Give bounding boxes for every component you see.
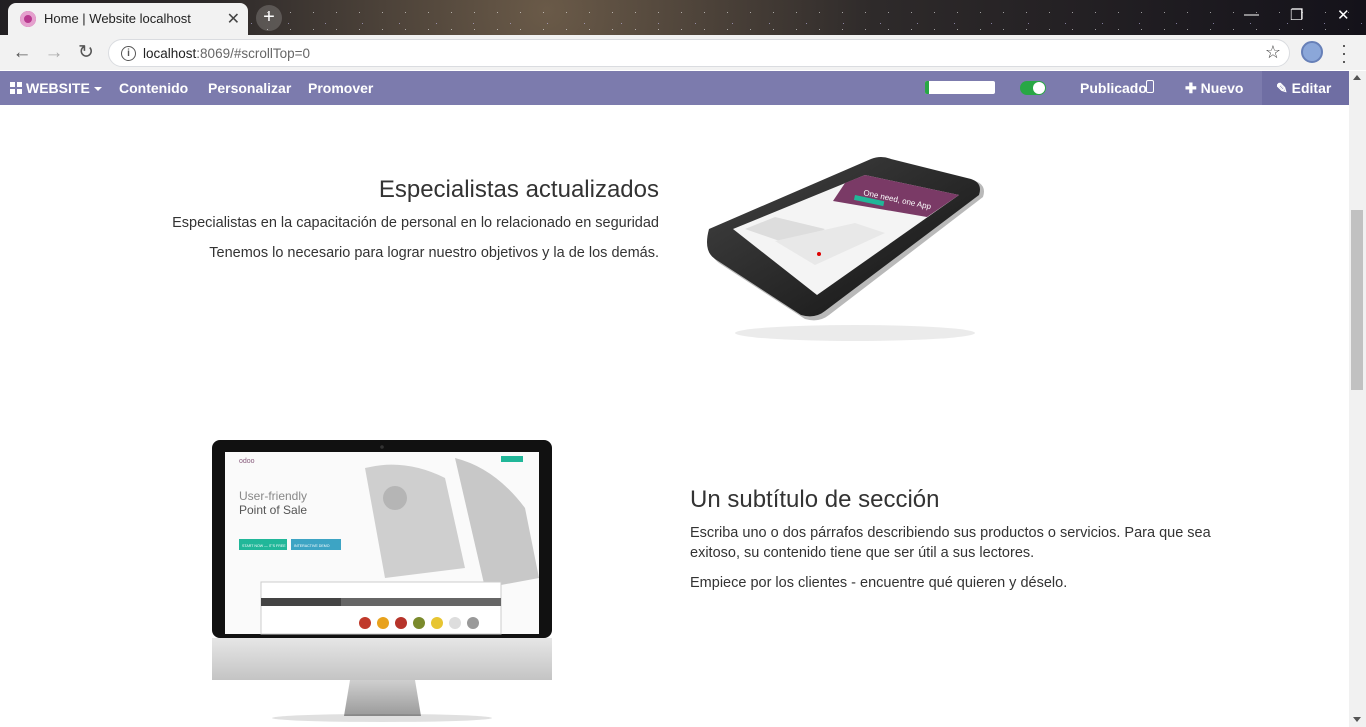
- forward-icon[interactable]: →: [41, 40, 67, 66]
- browser-menu-icon[interactable]: · · ·: [1338, 36, 1350, 70]
- tab-close-icon[interactable]: ✕: [227, 9, 240, 29]
- section1-paragraph1: Especialistas en la capacitación de pers…: [172, 215, 659, 231]
- seo-progress-fill: [925, 81, 929, 94]
- section1-title: Especialistas actualizados: [378, 176, 659, 203]
- section2-paragraph1: Escriba uno o dos párrafos describiendo …: [690, 525, 1211, 561]
- website-menu[interactable]: WEBSITE: [10, 80, 102, 96]
- reload-icon[interactable]: ↻: [73, 40, 99, 66]
- tab-title: Home | Website localhost: [44, 11, 191, 26]
- minimize-icon[interactable]: —: [1244, 6, 1259, 23]
- menu-content[interactable]: Contenido: [119, 80, 188, 96]
- new-tab-button[interactable]: +: [256, 5, 282, 31]
- imac-cta-primary: START NOW — IT'S FREE: [242, 544, 286, 548]
- scroll-down-arrow-icon[interactable]: [1353, 717, 1361, 722]
- apps-grid-icon: [10, 82, 22, 94]
- scroll-thumb[interactable]: [1351, 210, 1363, 390]
- plus-icon: ✚: [1185, 80, 1201, 96]
- scroll-up-arrow-icon[interactable]: [1353, 75, 1361, 80]
- new-button[interactable]: ✚ Nuevo: [1185, 80, 1243, 97]
- website-editor-bar: WEBSITE Contenido Personalizar Promover …: [0, 71, 1366, 105]
- published-label[interactable]: Publicado: [1080, 80, 1147, 96]
- page-scrollbar[interactable]: [1349, 71, 1366, 727]
- imac-image: odoo User-friendly Point of Sale START N…: [212, 440, 552, 722]
- imac-headline-2: Point of Sale: [239, 503, 307, 517]
- browser-tab[interactable]: Home | Website localhost ✕: [8, 3, 248, 35]
- url-text[interactable]: localhost:8069/#scrollTop=0: [143, 46, 310, 61]
- published-toggle[interactable]: [1020, 81, 1046, 95]
- tablet-image: One need, one App: [707, 157, 984, 341]
- browser-toolbar: ← → ↻ i localhost:8069/#scrollTop=0 ☆: [0, 35, 1366, 70]
- caret-down-icon: [93, 87, 102, 91]
- imac-brand: odoo: [239, 458, 255, 465]
- menu-promote[interactable]: Promover: [308, 80, 373, 96]
- mobile-preview-icon[interactable]: [1146, 80, 1154, 93]
- section2-paragraph2: Empiece por los clientes - encuentre qué…: [690, 575, 1068, 591]
- section2-title: Un subtítulo de sección: [690, 486, 940, 513]
- info-icon[interactable]: i: [121, 46, 136, 61]
- close-window-icon[interactable]: ✕: [1337, 6, 1350, 24]
- bookmark-star-icon[interactable]: ☆: [1265, 42, 1281, 63]
- menu-customize[interactable]: Personalizar: [208, 80, 291, 96]
- odoo-favicon-icon: [20, 11, 36, 27]
- imac-headline-1: User-friendly: [239, 489, 307, 503]
- page-content: Especialistas actualizados Especialistas…: [0, 105, 1349, 727]
- pencil-icon: ✎: [1276, 80, 1292, 96]
- restore-icon[interactable]: ❐: [1290, 6, 1303, 24]
- profile-avatar-icon[interactable]: [1301, 41, 1323, 63]
- seo-progress-bar[interactable]: [925, 81, 995, 94]
- section1-paragraph2: Tenemos lo necesario para lograr nuestro…: [209, 245, 659, 261]
- address-bar[interactable]: i localhost:8069/#scrollTop=0 ☆: [108, 39, 1290, 67]
- back-icon[interactable]: ←: [9, 40, 35, 66]
- edit-button[interactable]: ✎ Editar: [1276, 80, 1331, 97]
- imac-cta-secondary: INTERACTIVE DEMO: [294, 544, 330, 548]
